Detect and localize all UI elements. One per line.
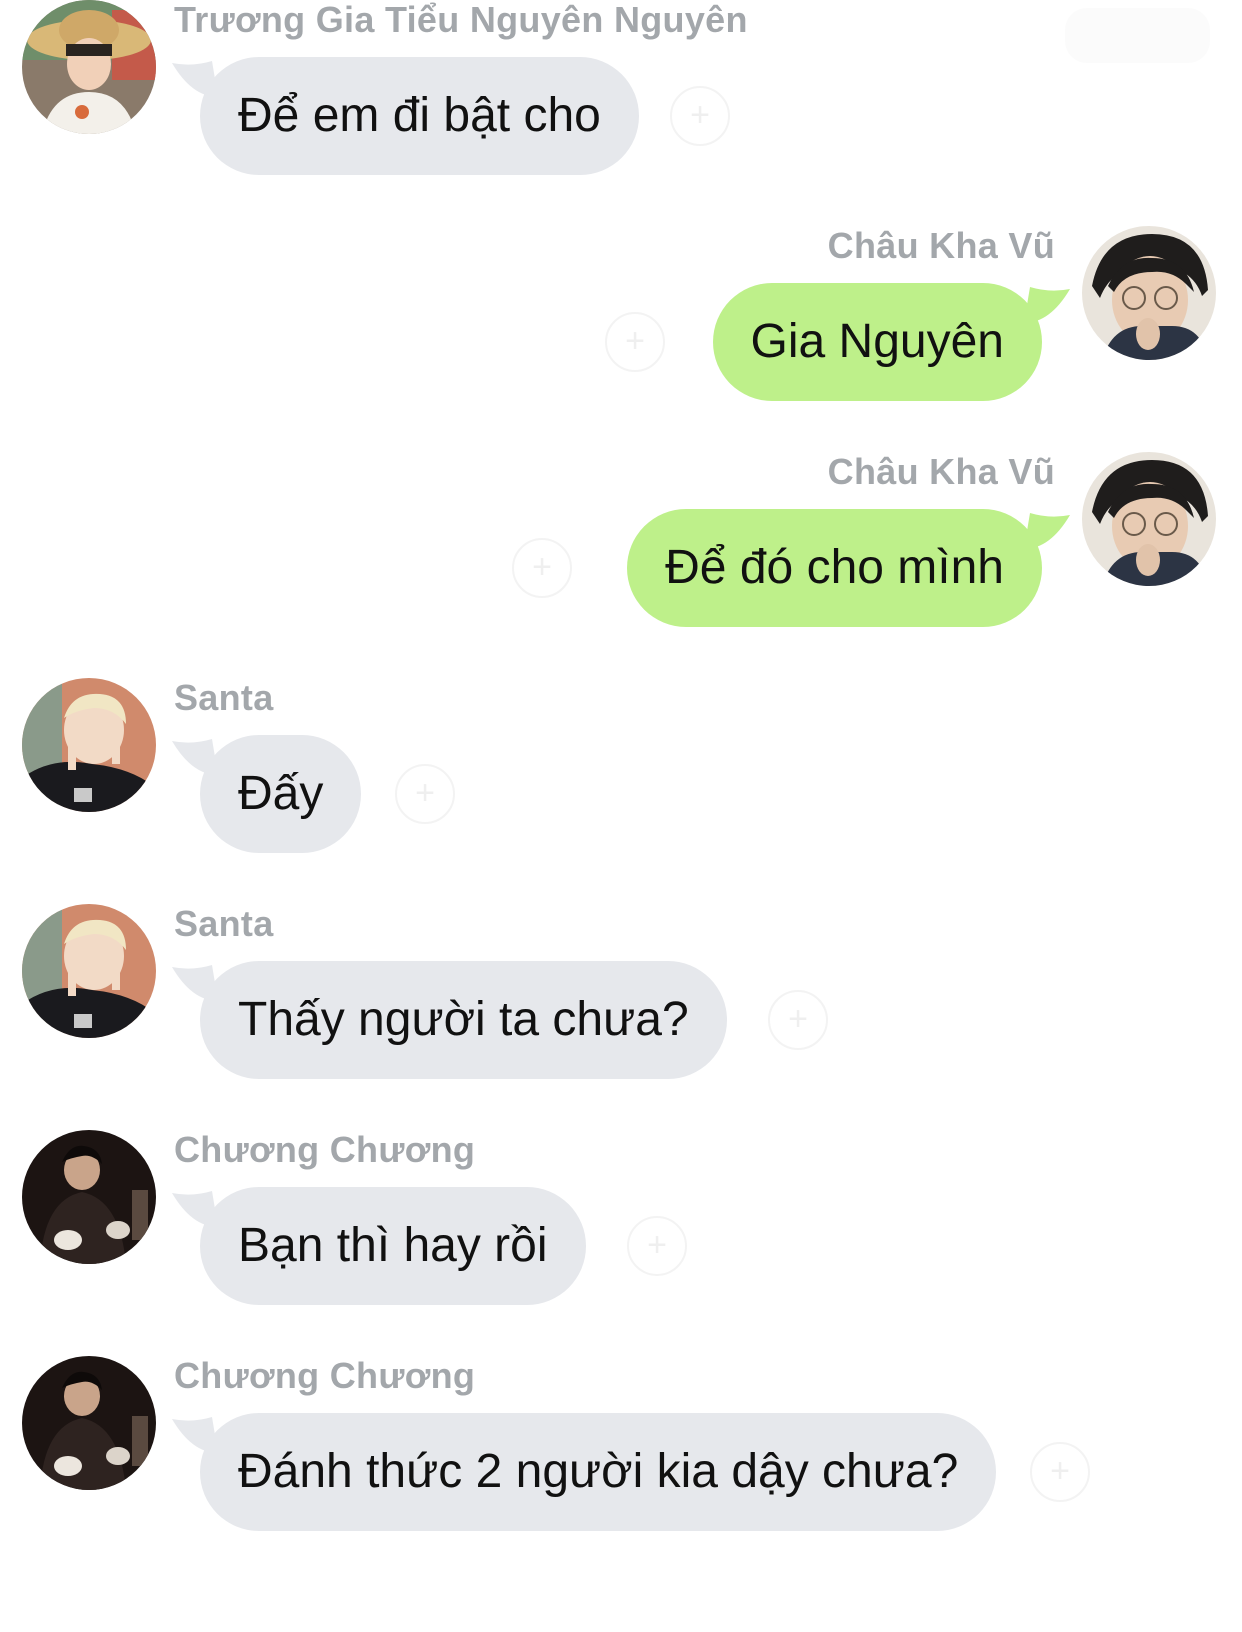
message-row: Chương Chương Đánh thức 2 người kia dậy … <box>0 1356 1242 1582</box>
sender-name: Chương Chương <box>174 1355 476 1396</box>
message-bubble[interactable]: Đánh thức 2 người kia dậy chưa? <box>200 1413 997 1531</box>
message-row: Chương Chương Bạn thì hay rồi + <box>0 1130 1242 1356</box>
message-bubble[interactable]: Thấy người ta chưa? <box>200 961 727 1079</box>
message-row: Santa Đấy + <box>0 678 1242 904</box>
sender-name: Chương Chương <box>174 1129 476 1170</box>
add-reaction-icon[interactable]: + <box>395 764 455 824</box>
avatar-glasses[interactable] <box>1082 452 1216 586</box>
add-reaction-icon[interactable]: + <box>605 312 665 372</box>
add-reaction-icon[interactable]: + <box>1030 1442 1090 1502</box>
avatar-dark-robe[interactable] <box>22 1130 156 1264</box>
message-row: Châu Kha Vũ Để đó cho mình + <box>0 452 1242 678</box>
message-bubble[interactable]: Gia Nguyên <box>712 283 1042 401</box>
add-reaction-icon[interactable]: + <box>768 990 828 1050</box>
message-bubble[interactable]: Để em đi bật cho <box>200 57 639 175</box>
avatar-straw-hat[interactable] <box>22 0 156 134</box>
sender-name: Châu Kha Vũ <box>827 225 1055 266</box>
add-reaction-icon[interactable]: + <box>627 1216 687 1276</box>
avatar-peace-sign[interactable] <box>22 904 156 1038</box>
avatar-glasses[interactable] <box>1082 226 1216 360</box>
message-row: Trương Gia Tiểu Nguyên Nguyên Để em đi b… <box>0 0 1242 226</box>
message-bubble[interactable]: Đấy <box>200 735 362 853</box>
sender-name: Châu Kha Vũ <box>827 451 1055 492</box>
message-row: Santa Thấy người ta chưa? + <box>0 904 1242 1130</box>
sender-name: Santa <box>174 903 274 944</box>
sender-name: Trương Gia Tiểu Nguyên Nguyên <box>174 0 748 40</box>
message-bubble[interactable]: Để đó cho mình <box>627 509 1042 627</box>
add-reaction-icon[interactable]: + <box>512 538 572 598</box>
avatar-peace-sign[interactable] <box>22 678 156 812</box>
add-reaction-icon[interactable]: + <box>670 86 730 146</box>
sender-name: Santa <box>174 677 274 718</box>
avatar-dark-robe[interactable] <box>22 1356 156 1490</box>
message-row: Châu Kha Vũ Gia Nguyên + <box>0 226 1242 452</box>
message-bubble[interactable]: Bạn thì hay rồi <box>200 1187 586 1305</box>
status-overlay <box>1065 8 1210 63</box>
